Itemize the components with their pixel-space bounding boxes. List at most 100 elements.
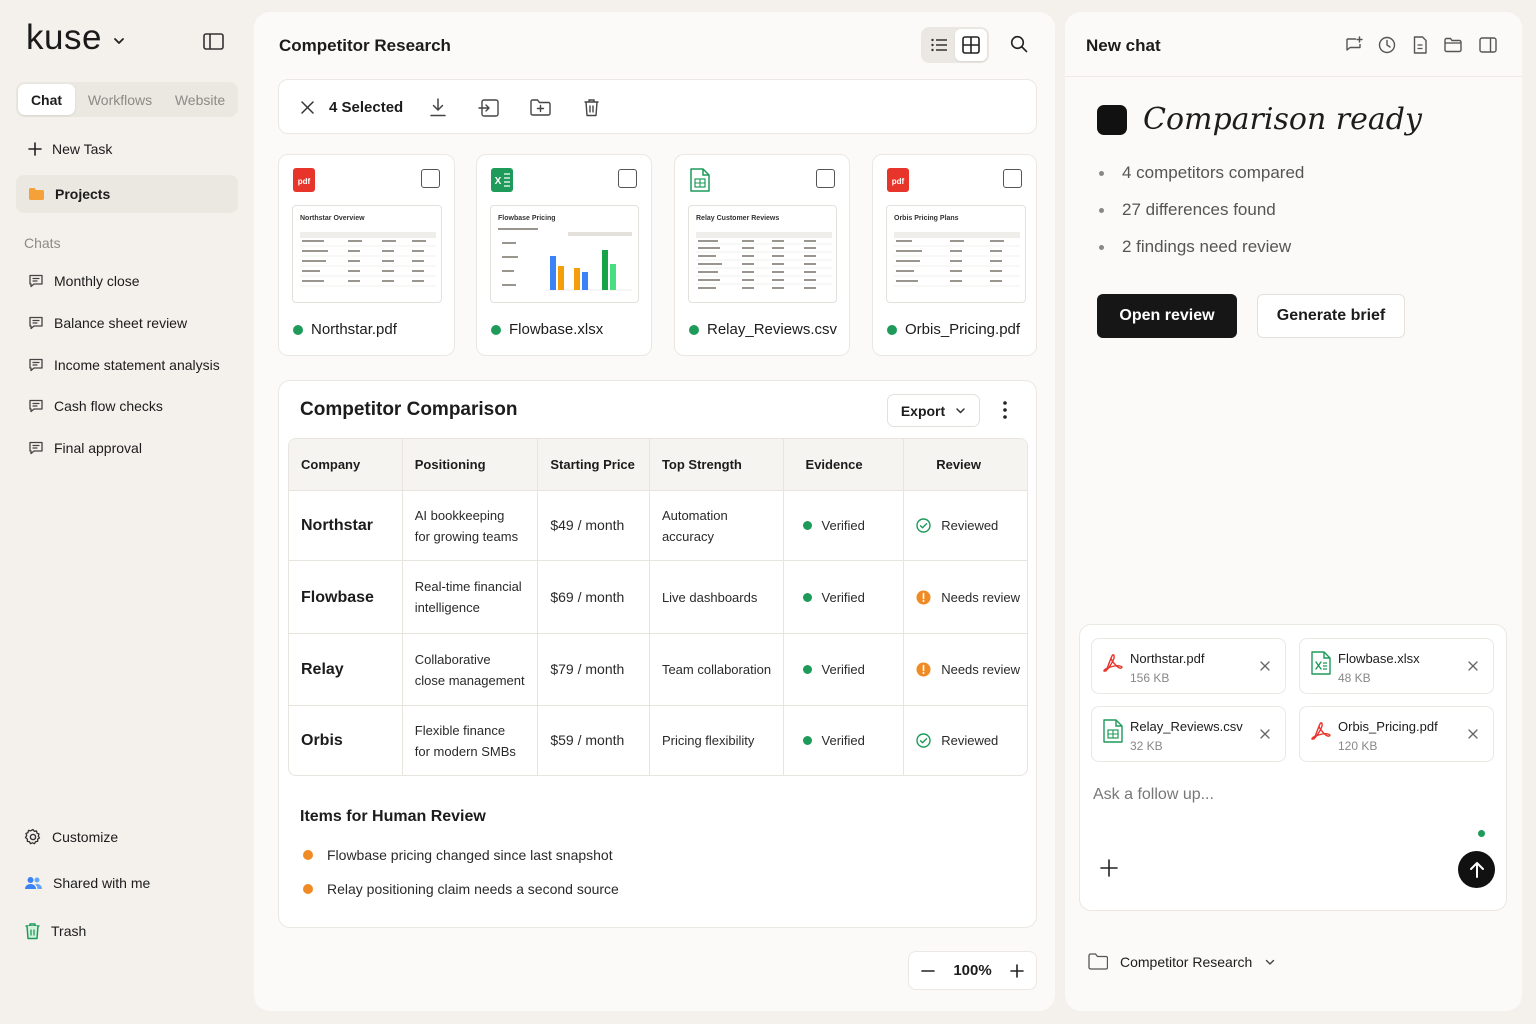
- evidence-cell: Verified: [783, 634, 905, 706]
- add-attachment-icon[interactable]: [1098, 857, 1120, 879]
- table-preview-graphic: [300, 232, 436, 287]
- file-checkbox[interactable]: [618, 169, 637, 188]
- column-header[interactable]: Company: [289, 439, 403, 491]
- move-to-icon: [477, 98, 499, 117]
- zoom-in-icon[interactable]: [1010, 963, 1024, 978]
- attachment-size: 32 KB: [1130, 739, 1163, 753]
- file-name: Northstar.pdf: [293, 321, 397, 338]
- new-task-label: New Task: [52, 141, 113, 157]
- positioning-line: Collaborative: [414, 651, 491, 667]
- close-icon: [300, 101, 314, 114]
- grid-icon: [962, 36, 980, 54]
- chat-composer: Northstar.pdf 156 KB Flowbase.xlsx 48 KB…: [1079, 624, 1507, 911]
- tab-chat[interactable]: Chat: [18, 84, 75, 115]
- folder-icon[interactable]: [1443, 35, 1463, 55]
- status-dot: [491, 324, 501, 335]
- send-button[interactable]: [1458, 851, 1495, 888]
- table-row[interactable]: Orbis Flexible finance for modern SMBs $5…: [289, 706, 1027, 775]
- clear-selection-button[interactable]: [297, 80, 317, 135]
- attachment-size: 156 KB: [1130, 671, 1170, 685]
- remove-attachment-icon[interactable]: [1467, 660, 1479, 672]
- pdf-icon: pdf: [293, 168, 315, 192]
- file-card[interactable]: X Flowbase Pricing Flowbase.xlsx: [476, 154, 652, 356]
- new-chat-icon[interactable]: [1344, 35, 1364, 55]
- more-options-button[interactable]: [997, 397, 1013, 423]
- sidebar-item-chat[interactable]: Cash flow checks: [28, 398, 163, 414]
- zoom-out-icon[interactable]: [921, 964, 935, 978]
- positioning-line: close management: [414, 672, 525, 688]
- file-card[interactable]: pdf Northstar Overview Northstar.pdf: [278, 154, 455, 356]
- attachment-chip[interactable]: Flowbase.xlsx 48 KB: [1299, 638, 1494, 694]
- file-card[interactable]: pdf Orbis Pricing Plans Orbis_Pricing.pd…: [872, 154, 1037, 356]
- remove-attachment-icon[interactable]: [1259, 728, 1271, 740]
- workspace-switcher[interactable]: kuse: [26, 18, 126, 58]
- column-header[interactable]: Positioning: [402, 439, 539, 491]
- strength-cell: Automation accuracy: [649, 491, 784, 561]
- summary-bullet: 2 findings need review: [1099, 237, 1291, 257]
- review-text: Needs review: [941, 662, 1020, 677]
- attachment-chip[interactable]: Northstar.pdf 156 KB: [1091, 638, 1286, 694]
- price-cell: $49 / month: [538, 491, 650, 561]
- trash-button[interactable]: Trash: [24, 922, 86, 940]
- sidebar-toggle-icon[interactable]: [203, 33, 224, 50]
- message-input[interactable]: Ask a follow up...: [1093, 786, 1214, 804]
- file-checkbox[interactable]: [816, 169, 835, 188]
- result-title: Comparison ready: [1143, 102, 1422, 137]
- remove-attachment-icon[interactable]: [1467, 728, 1479, 740]
- file-checkbox[interactable]: [421, 169, 440, 188]
- tab-workflows[interactable]: Workflows: [75, 84, 165, 115]
- evidence-text: Verified: [821, 518, 865, 533]
- attachment-chip[interactable]: Orbis_Pricing.pdf 120 KB: [1299, 706, 1494, 762]
- shared-with-me-button[interactable]: Shared with me: [24, 875, 150, 891]
- attachment-size: 120 KB: [1338, 739, 1378, 753]
- trash-icon: [584, 99, 598, 117]
- open-review-button[interactable]: Open review: [1097, 294, 1237, 338]
- new-task-button[interactable]: New Task: [16, 130, 238, 168]
- status-dot: [887, 324, 897, 335]
- comparison-table: Company Positioning Starting Price Top S…: [288, 438, 1028, 776]
- svg-text:X: X: [495, 176, 502, 187]
- history-icon[interactable]: [1377, 35, 1397, 55]
- project-selector[interactable]: Competitor Research: [1088, 953, 1276, 970]
- grid-view-button[interactable]: [955, 29, 987, 61]
- review-cell: Reviewed: [904, 706, 1027, 775]
- list-view-button[interactable]: [923, 29, 955, 61]
- add-to-folder-button[interactable]: [528, 80, 552, 135]
- column-header[interactable]: Starting Price: [538, 439, 650, 491]
- customize-button[interactable]: Customize: [24, 828, 118, 846]
- chat-bubble-icon: [29, 399, 43, 413]
- table-row[interactable]: Relay Collaborative close management $79 …: [289, 634, 1027, 706]
- file-card[interactable]: Relay Customer Reviews Relay_Reviews.csv: [674, 154, 850, 356]
- alert-circle-icon: [916, 662, 931, 677]
- chat-bubble-icon: [29, 274, 43, 288]
- download-button[interactable]: [427, 80, 449, 135]
- delete-button[interactable]: [581, 80, 601, 135]
- panel-toggle-icon[interactable]: [1478, 35, 1498, 55]
- sidebar-item-chat[interactable]: Balance sheet review: [28, 315, 187, 331]
- move-button[interactable]: [476, 80, 500, 135]
- search-button[interactable]: [1002, 27, 1036, 61]
- sidebar-item-chat[interactable]: Final approval: [28, 440, 142, 456]
- column-header[interactable]: Evidence: [783, 439, 905, 491]
- table-row[interactable]: Northstar AI bookkeeping for growing team…: [289, 491, 1027, 561]
- project-panel: Competitor Research 4 Selected pdf North…: [254, 12, 1055, 1011]
- chat-panel: New chat Comparison ready 4 competitors …: [1065, 12, 1522, 1011]
- attachment-chip[interactable]: Relay_Reviews.csv 32 KB: [1091, 706, 1286, 762]
- remove-attachment-icon[interactable]: [1259, 660, 1271, 672]
- project-name: Competitor Research: [1120, 953, 1253, 970]
- table-row[interactable]: Flowbase Real-time financial intelligence…: [289, 561, 1027, 634]
- sidebar-item-chat[interactable]: Monthly close: [28, 273, 140, 289]
- sidebar-item-projects[interactable]: Projects: [16, 175, 238, 213]
- csv-icon: [1103, 719, 1123, 743]
- document-icon[interactable]: [1410, 35, 1430, 55]
- sidebar-item-chat[interactable]: Income statement analysis: [28, 357, 220, 373]
- export-button[interactable]: Export: [887, 394, 980, 427]
- tab-website[interactable]: Website: [165, 84, 235, 115]
- generate-brief-button[interactable]: Generate brief: [1257, 294, 1405, 338]
- file-checkbox[interactable]: [1003, 169, 1022, 188]
- positioning-cell: Real-time financial intelligence: [402, 561, 539, 634]
- column-header[interactable]: Review: [904, 439, 1027, 491]
- attachment-size: 48 KB: [1338, 671, 1371, 685]
- attachment-name: Relay_Reviews.csv: [1130, 719, 1243, 734]
- column-header[interactable]: Top Strength: [649, 439, 784, 491]
